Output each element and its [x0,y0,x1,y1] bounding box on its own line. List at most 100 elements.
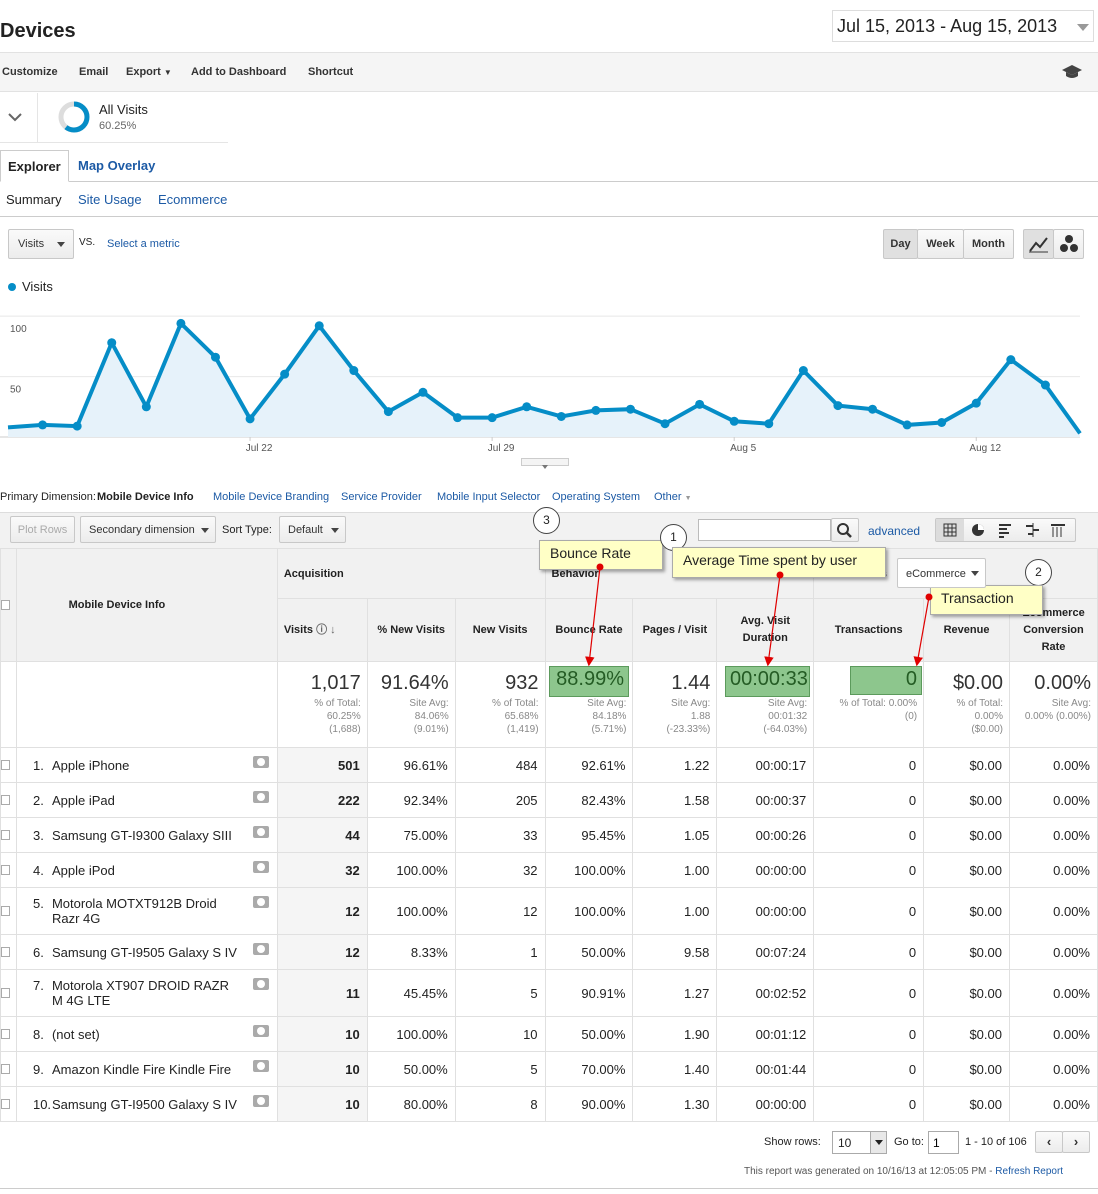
table-row[interactable]: 10.Samsung GT-I9500 Galaxy S IV 10 80.00% 8… [0,1086,1098,1122]
row-checkbox[interactable] [1,946,10,957]
week-button[interactable]: Week [917,229,964,259]
export-button[interactable]: Export ▼ [126,66,172,78]
data-point[interactable] [833,401,843,411]
camera-icon[interactable] [252,1095,269,1107]
table-row[interactable]: 3. Samsung GT-I9300 Galaxy SIII 44 75.00% 33… [0,817,1098,853]
data-point[interactable] [1006,355,1016,365]
column-header[interactable]: Pages / Visit [632,598,718,662]
device-name-link[interactable]: Apple iPod [52,863,242,878]
camera-icon[interactable] [252,756,269,768]
data-point[interactable] [72,421,82,431]
segment-toggle[interactable] [0,93,38,143]
device-name-link[interactable]: Motorola MOTXT912B Droid Razr 4G [52,896,242,926]
data-point[interactable] [937,417,947,427]
dim-other[interactable]: Other ▼ [654,491,692,503]
pie-chart-icon[interactable] [972,524,984,536]
column-header[interactable]: Visits ⓘ ↓ [276,598,368,662]
data-point[interactable] [971,398,981,408]
device-name-link[interactable]: Apple iPhone [52,758,242,773]
email-button[interactable]: Email [79,66,108,78]
select-all-checkbox[interactable] [1,599,10,610]
camera-icon[interactable] [252,861,269,873]
day-button[interactable]: Day [883,229,918,259]
tab-explorer[interactable]: Explorer [0,150,69,182]
dim-operating-system[interactable]: Operating System [552,491,640,503]
search-button[interactable] [831,518,859,542]
data-point[interactable] [280,369,290,379]
device-name-link[interactable]: Samsung GT-I9505 Galaxy S IV [52,945,242,960]
table-row[interactable]: 8. (not set) 10 100.00% 10 50.00% 1.90 00:01:12… [0,1016,1098,1052]
advanced-filter-link[interactable]: advanced [868,524,920,538]
row-checkbox[interactable] [1,864,10,875]
row-checkbox[interactable] [1,987,10,998]
camera-icon[interactable] [252,791,269,803]
shortcut-button[interactable]: Shortcut [308,66,353,78]
camera-icon[interactable] [252,978,269,990]
data-point[interactable] [38,420,48,430]
refresh-report-link[interactable]: Refresh Report [995,1166,1063,1177]
data-point[interactable] [1040,380,1050,390]
primary-dimension-active[interactable]: Mobile Device Info [97,491,194,503]
data-table-icon[interactable] [936,519,964,541]
metric-select[interactable]: Visits [8,229,74,259]
data-point[interactable] [868,404,878,414]
select-metric-link[interactable]: Select a metric [107,238,180,250]
bar-chart-icon[interactable] [999,524,1011,538]
data-point[interactable] [729,416,739,426]
subtab-site-usage[interactable]: Site Usage [78,192,142,207]
data-point[interactable] [522,402,532,412]
add-to-dashboard-button[interactable]: Add to Dashboard [191,66,286,78]
device-name-link[interactable]: Amazon Kindle Fire Kindle Fire [52,1062,242,1077]
dimension-header[interactable]: Mobile Device Info [15,548,278,662]
column-header[interactable]: Transactions [813,598,925,662]
row-checkbox[interactable] [1,1098,10,1109]
date-range-picker[interactable]: Jul 15, 2013 - Aug 15, 2013 [832,10,1094,42]
column-header[interactable]: % New Visits [366,598,456,662]
subtab-summary[interactable]: Summary [6,192,62,207]
data-point[interactable] [764,419,774,429]
graduation-cap-icon[interactable] [1061,64,1083,80]
tab-map-overlay[interactable]: Map Overlay [71,150,162,182]
table-row[interactable]: 5. Motorola MOTXT912B Droid Razr 4G 12 100.… [0,887,1098,935]
camera-icon[interactable] [252,1060,269,1072]
device-name-link[interactable]: (not set) [52,1027,242,1042]
sort-type-select[interactable]: Default [279,516,346,543]
goto-page-input[interactable] [928,1131,959,1154]
table-row[interactable]: 7. Motorola XT907 DROID RAZR M 4G LTE 11 45… [0,969,1098,1017]
secondary-dimension-select[interactable]: Secondary dimension [80,516,216,543]
data-point[interactable] [591,405,601,415]
data-point[interactable] [487,413,497,423]
data-point[interactable] [418,387,428,397]
data-point[interactable] [660,419,670,429]
device-name-link[interactable]: Motorola XT907 DROID RAZR M 4G LTE [52,978,242,1008]
data-point[interactable] [141,402,151,412]
camera-icon[interactable] [252,896,269,908]
dim-service-provider[interactable]: Service Provider [341,491,422,503]
data-point[interactable] [625,404,635,414]
column-header[interactable]: New Visits [454,598,546,662]
dim-mobile-device-branding[interactable]: Mobile Device Branding [213,491,329,503]
camera-icon[interactable] [252,826,269,838]
prev-page-button[interactable]: ‹ [1035,1131,1063,1153]
row-checkbox[interactable] [1,794,10,805]
next-page-button[interactable]: › [1062,1131,1090,1153]
pivot-icon[interactable] [1051,524,1065,537]
motion-chart-button[interactable] [1053,229,1084,259]
table-row[interactable]: 9. Amazon Kindle Fire Kindle Fire 10 50.00%… [0,1051,1098,1087]
show-rows-select[interactable]: 10 [832,1131,887,1154]
chart-collapse-handle[interactable] [521,458,569,469]
data-point[interactable] [210,352,220,362]
conversions-goal-select[interactable]: eCommerce [897,558,986,588]
data-point[interactable] [556,411,566,421]
data-point[interactable] [798,366,808,376]
data-point[interactable] [902,420,912,430]
data-point[interactable] [176,318,186,328]
row-checkbox[interactable] [1,829,10,840]
row-checkbox[interactable] [1,905,10,916]
column-header[interactable]: Bounce Rate [544,598,634,662]
table-row[interactable]: 6. Samsung GT-I9505 Galaxy S IV 12 8.33% 1 50… [0,934,1098,970]
data-point[interactable] [453,413,463,423]
camera-icon[interactable] [252,1025,269,1037]
device-name-link[interactable]: Apple iPad [52,793,242,808]
data-point[interactable] [245,414,255,424]
